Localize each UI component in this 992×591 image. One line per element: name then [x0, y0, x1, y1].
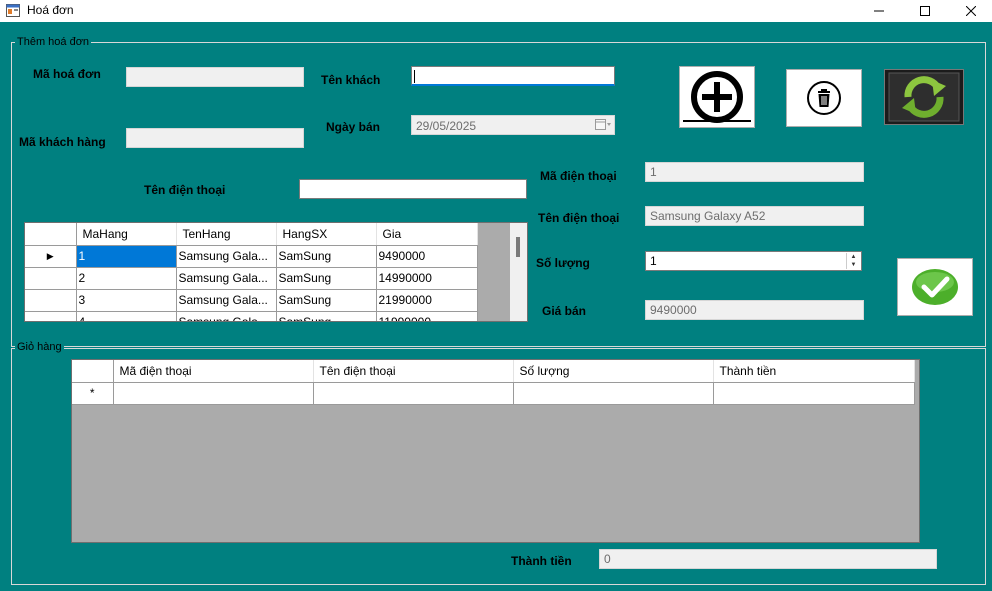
scrollbar-thumb[interactable] — [516, 237, 520, 257]
table-cell[interactable]: 11990000 — [376, 311, 478, 321]
delete-button[interactable] — [786, 69, 862, 127]
ten-dien-thoai-field[interactable]: Samsung Galaxy A52 — [645, 206, 864, 226]
column-header[interactable]: Mã điện thoại — [113, 360, 314, 383]
table-cell[interactable]: 1 — [76, 245, 177, 268]
window-title: Hoá đơn — [27, 3, 74, 17]
so-luong-stepper[interactable]: 1 ▲ ▼ — [645, 251, 862, 271]
cart-grid-header: Mã điện thoại Tên điện thoại Số lượng Th… — [72, 360, 915, 383]
app-icon — [6, 4, 20, 17]
calendar-dropdown-button[interactable] — [595, 118, 612, 132]
maximize-button[interactable] — [902, 0, 948, 22]
add-icon — [683, 71, 751, 123]
calendar-icon — [595, 119, 611, 130]
new-row-indicator: * — [72, 382, 114, 405]
ngay-ban-label: Ngày bán — [326, 120, 381, 134]
row-header-corner — [72, 360, 114, 383]
table-cell[interactable]: 14990000 — [376, 267, 478, 290]
minimize-button[interactable] — [856, 0, 902, 22]
ma-khach-hang-field[interactable] — [126, 128, 304, 148]
ngay-ban-datepicker[interactable]: 29/05/2025 — [411, 115, 615, 135]
table-cell[interactable]: 9490000 — [376, 245, 478, 268]
maximize-icon — [920, 6, 930, 16]
gia-ban-label: Giá bán — [542, 304, 587, 318]
spin-buttons[interactable]: ▲ ▼ — [846, 253, 860, 269]
spin-up-icon[interactable]: ▲ — [847, 253, 860, 261]
row-header — [25, 289, 77, 312]
ten-dien-thoai-search-input[interactable] — [299, 179, 527, 199]
minimize-icon — [874, 10, 884, 12]
refresh-icon — [888, 72, 960, 122]
table-cell[interactable]: 3 — [76, 289, 177, 312]
row-header-corner — [25, 223, 77, 246]
ma-hoa-don-label: Mã hoá đơn — [33, 67, 101, 81]
column-header[interactable]: TenHang — [176, 223, 277, 246]
row-header — [25, 311, 77, 321]
ten-dien-thoai-search-label: Tên điện thoại — [144, 183, 226, 197]
ma-dien-thoai-field[interactable]: 1 — [645, 162, 864, 182]
ma-hoa-don-field[interactable] — [126, 67, 304, 87]
table-cell[interactable]: 21990000 — [376, 289, 478, 312]
table-row[interactable]: 2 Samsung Gala... SamSung 14990000 — [25, 267, 478, 290]
table-cell[interactable]: SamSung — [276, 289, 377, 312]
ma-dien-thoai-label: Mã điện thoại — [540, 169, 617, 183]
row-header — [25, 267, 77, 290]
table-cell[interactable] — [713, 382, 915, 405]
column-header[interactable]: HangSX — [276, 223, 377, 246]
product-grid-header: MaHang TenHang HangSX Gia — [25, 223, 478, 246]
table-cell[interactable] — [513, 382, 714, 405]
close-icon — [966, 6, 976, 16]
trash-icon — [807, 81, 841, 115]
table-cell[interactable]: SamSung — [276, 245, 377, 268]
table-cell[interactable]: SamSung — [276, 311, 377, 321]
table-cell[interactable]: Samsung Gala... — [176, 245, 277, 268]
ngay-ban-value: 29/05/2025 — [416, 119, 477, 133]
table-row[interactable]: 4 Samsung Gala... SamSung 11990000 — [25, 311, 478, 321]
so-luong-value: 1 — [650, 254, 657, 268]
ten-khach-label: Tên khách — [321, 73, 381, 87]
table-cell[interactable]: Samsung Gala... — [176, 289, 277, 312]
table-row[interactable]: 3 Samsung Gala... SamSung 21990000 — [25, 289, 478, 312]
so-luong-label: Số lượng — [536, 256, 590, 270]
table-cell[interactable] — [313, 382, 514, 405]
ma-khach-hang-label: Mã khách hàng — [19, 135, 106, 149]
table-cell[interactable] — [113, 382, 314, 405]
thanh-tien-field[interactable]: 0 — [599, 549, 937, 569]
column-header[interactable]: Gia — [376, 223, 478, 246]
table-cell[interactable]: Samsung Gala... — [176, 311, 277, 321]
cart-grid[interactable]: Mã điện thoại Tên điện thoại Số lượng Th… — [71, 359, 920, 543]
spin-down-icon[interactable]: ▼ — [847, 261, 860, 269]
close-button[interactable] — [948, 0, 992, 22]
add-button[interactable] — [679, 66, 755, 128]
column-header[interactable]: Tên điện thoại — [313, 360, 514, 383]
ten-khach-input[interactable] — [411, 66, 615, 86]
product-grid[interactable]: MaHang TenHang HangSX Gia ▶ 1 Samsung Ga… — [24, 222, 528, 322]
table-cell[interactable]: 4 — [76, 311, 177, 321]
gia-ban-field[interactable]: 9490000 — [645, 300, 864, 320]
thanh-tien-label: Thành tiền — [511, 554, 572, 568]
table-cell[interactable]: SamSung — [276, 267, 377, 290]
check-icon — [912, 269, 958, 305]
column-header[interactable]: Thành tiền — [713, 360, 915, 383]
invoice-group-label: Thêm hoá đơn — [15, 36, 92, 49]
ten-dien-thoai-label: Tên điện thoại — [538, 211, 620, 225]
table-cell[interactable]: Samsung Gala... — [176, 267, 277, 290]
product-grid-scrollbar[interactable] — [510, 223, 527, 321]
title-bar: Hoá đơn — [0, 0, 992, 22]
confirm-button[interactable] — [897, 258, 973, 316]
cart-group-label: Giỏ hàng — [15, 341, 64, 354]
current-row-indicator: ▶ — [25, 245, 77, 268]
column-header[interactable]: MaHang — [76, 223, 177, 246]
text-caret — [414, 70, 415, 83]
table-row[interactable]: ▶ 1 Samsung Gala... SamSung 9490000 — [25, 245, 478, 268]
refresh-button[interactable] — [884, 69, 964, 125]
table-cell[interactable]: 2 — [76, 267, 177, 290]
new-row[interactable]: * — [72, 382, 915, 405]
column-header[interactable]: Số lượng — [513, 360, 714, 383]
